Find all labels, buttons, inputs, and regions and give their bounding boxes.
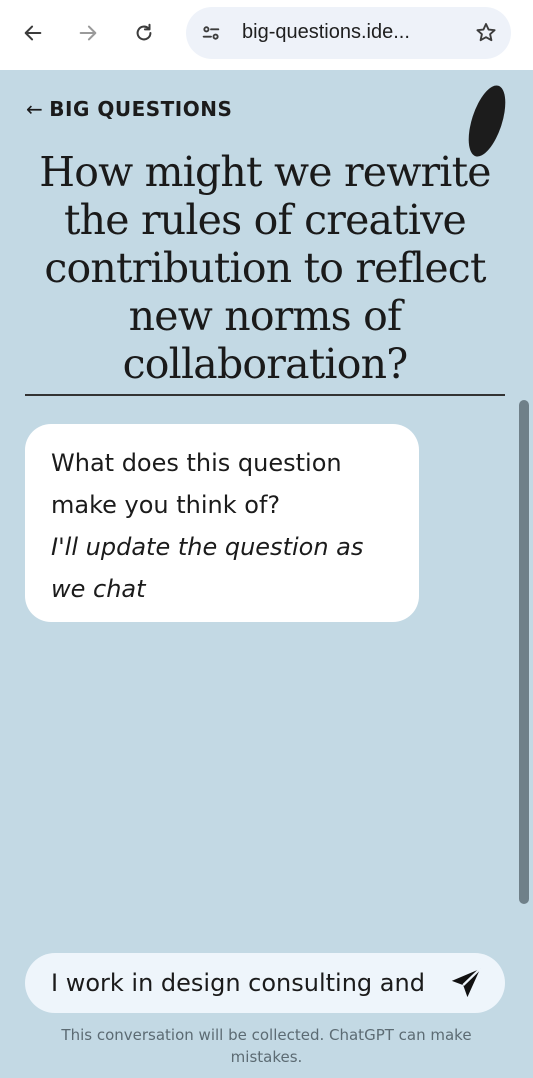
reload-icon xyxy=(136,23,152,41)
forward-arrow-icon xyxy=(79,25,97,41)
back-arrow-icon xyxy=(24,25,42,41)
back-link-label: BIG QUESTIONS xyxy=(49,97,233,121)
address-bar[interactable]: big-questions.ide... xyxy=(186,7,511,59)
bookmark-star-icon xyxy=(476,23,496,42)
bubble-note: I'll update the question as we chat xyxy=(51,533,364,603)
bubble-question: What does this question make you think o… xyxy=(51,449,342,519)
assistant-message-bubble: What does this question make you think o… xyxy=(25,424,419,622)
send-button[interactable] xyxy=(445,963,487,1003)
chat-composer xyxy=(25,953,505,1013)
chat-input[interactable] xyxy=(51,965,437,1001)
site-info-button[interactable] xyxy=(196,18,226,48)
scrollbar-thumb[interactable] xyxy=(519,400,529,904)
forward-button[interactable] xyxy=(72,17,104,49)
paper-plane-icon xyxy=(451,968,481,998)
back-link-arrow-icon: ← xyxy=(26,97,44,121)
browser-toolbar: big-questions.ide... xyxy=(0,0,533,70)
back-button[interactable] xyxy=(17,17,49,49)
disclaimer-text: This conversation will be collected. Cha… xyxy=(61,1026,472,1066)
divider xyxy=(25,394,505,396)
reload-button[interactable] xyxy=(128,17,160,49)
bookmark-button[interactable] xyxy=(471,18,501,48)
site-info-icon xyxy=(202,26,220,40)
page-content: ← BIG QUESTIONS How might we rewrite the… xyxy=(0,70,533,1078)
back-to-big-questions-link[interactable]: ← BIG QUESTIONS xyxy=(26,97,232,121)
url-text[interactable]: big-questions.ide... xyxy=(242,21,452,44)
page-title: How might we rewrite the rules of creati… xyxy=(39,148,491,388)
